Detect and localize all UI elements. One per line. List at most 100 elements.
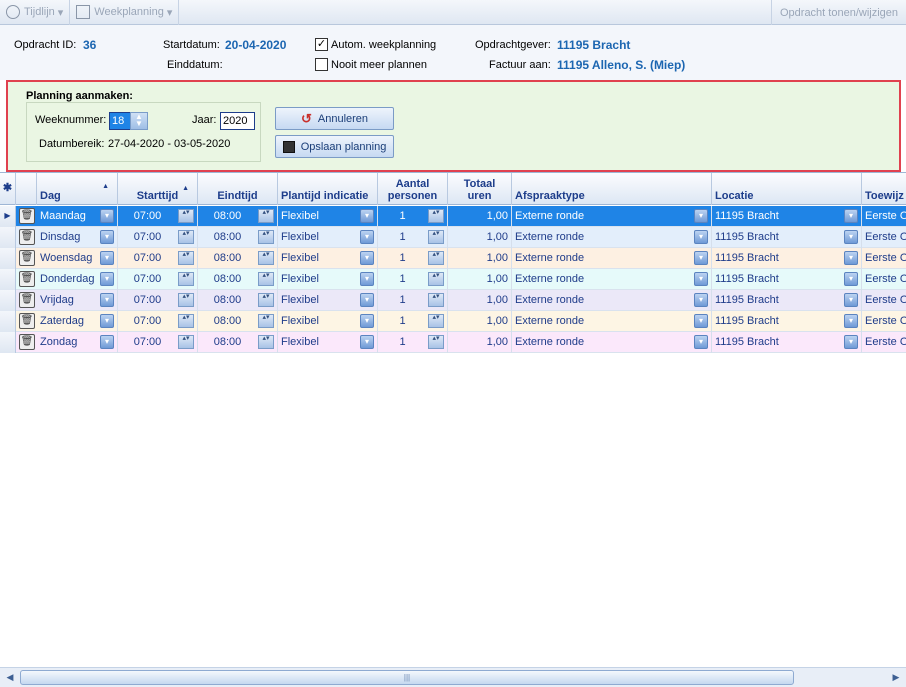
row-pointer-icon[interactable] [0, 269, 16, 290]
chevron-down-icon[interactable]: ▾ [100, 272, 114, 286]
chevron-down-icon[interactable]: ▾ [694, 293, 708, 307]
cell-locatie[interactable]: 11195 Bracht ▾ [712, 227, 862, 248]
chevron-down-icon[interactable]: ▾ [694, 314, 708, 328]
column-aantal[interactable]: Aantal personen [378, 173, 448, 205]
column-afspraaktype[interactable]: Afspraaktype [512, 173, 712, 205]
chevron-down-icon[interactable]: ▾ [360, 209, 374, 223]
cell-toewijzing[interactable]: Eerste O [862, 332, 906, 353]
weeknummer-spinner[interactable]: ▲ ▼ [130, 112, 148, 130]
row-pointer-icon[interactable] [0, 227, 16, 248]
cell-locatie[interactable]: 11195 Bracht ▾ [712, 332, 862, 353]
time-spinner-icon[interactable]: ▴▾ [258, 335, 274, 349]
chevron-down-icon[interactable]: ▾ [694, 335, 708, 349]
cell-dag[interactable]: Zondag ▾ [37, 332, 118, 353]
chevron-down-icon[interactable]: ▾ [360, 314, 374, 328]
column-starttijd[interactable]: Starttijd ▲ [118, 173, 198, 205]
chevron-down-icon[interactable]: ▾ [694, 251, 708, 265]
chevron-down-icon[interactable]: ▾ [844, 314, 858, 328]
number-spinner-icon[interactable]: ▴▾ [428, 272, 444, 286]
chevron-down-icon[interactable]: ▾ [360, 293, 374, 307]
time-spinner-icon[interactable]: ▴▾ [178, 335, 194, 349]
column-locatie[interactable]: Locatie [712, 173, 862, 205]
chevron-down-icon[interactable]: ▾ [844, 251, 858, 265]
time-spinner-icon[interactable]: ▴▾ [258, 314, 274, 328]
column-plantijd[interactable]: Plantijd indicatie [278, 173, 378, 205]
chevron-down-icon[interactable]: ▾ [844, 209, 858, 223]
cell-plantijd[interactable]: Flexibel ▾ [278, 332, 378, 353]
cell-afspraaktype[interactable]: Externe ronde ▾ [512, 269, 712, 290]
chevron-down-icon[interactable]: ▾ [100, 251, 114, 265]
number-spinner-icon[interactable]: ▴▾ [428, 209, 444, 223]
autom-weekplanning-checkbox[interactable]: ✓ [315, 38, 328, 51]
cell-dag[interactable]: Dinsdag ▾ [37, 227, 118, 248]
cell-plantijd[interactable]: Flexibel ▾ [278, 227, 378, 248]
cell-locatie[interactable]: 11195 Bracht ▾ [712, 311, 862, 332]
weekplanning-button[interactable]: Weekplanning ▾ [70, 0, 180, 25]
delete-row-icon[interactable]: 🗑 [19, 208, 35, 224]
time-spinner-icon[interactable]: ▴▾ [258, 272, 274, 286]
column-totaal[interactable]: Totaal uren [448, 173, 512, 205]
chevron-down-icon[interactable]: ▾ [100, 335, 114, 349]
opslaan-planning-button[interactable]: Opslaan planning [275, 135, 394, 158]
time-spinner-icon[interactable]: ▴▾ [178, 251, 194, 265]
tijdlijn-button[interactable]: Tijdlijn ▾ [0, 0, 71, 25]
table-row[interactable]: ▶ 🗑 Maandag ▾ 07:00 ▴▾ 08:00 ▴▾ Flexibel ▾ 1 ▴▾ 1,00… [0, 206, 906, 227]
table-row[interactable]: 🗑 Zaterdag ▾ 07:00 ▴▾ 08:00 ▴▾ Flexibel ▾ 1 ▴▾ 1,00… [0, 311, 906, 332]
delete-row-icon[interactable]: 🗑 [19, 271, 35, 287]
cell-eindtijd[interactable]: 08:00 ▴▾ [198, 269, 278, 290]
chevron-down-icon[interactable]: ▾ [100, 293, 114, 307]
delete-row-icon[interactable]: 🗑 [19, 334, 35, 350]
cell-afspraaktype[interactable]: Externe ronde ▾ [512, 206, 712, 227]
chevron-down-icon[interactable]: ▾ [694, 272, 708, 286]
table-row[interactable]: 🗑 Vrijdag ▾ 07:00 ▴▾ 08:00 ▴▾ Flexibel ▾ 1 ▴▾ 1,00 E… [0, 290, 906, 311]
cell-toewijzing[interactable]: Eerste O [862, 290, 906, 311]
row-pointer-icon[interactable]: ▶ [0, 206, 16, 227]
cell-starttijd[interactable]: 07:00 ▴▾ [118, 311, 198, 332]
cell-dag[interactable]: Maandag ▾ [37, 206, 118, 227]
cell-dag[interactable]: Vrijdag ▾ [37, 290, 118, 311]
cell-locatie[interactable]: 11195 Bracht ▾ [712, 269, 862, 290]
delete-row-icon[interactable]: 🗑 [19, 250, 35, 266]
time-spinner-icon[interactable]: ▴▾ [258, 230, 274, 244]
cell-starttijd[interactable]: 07:00 ▴▾ [118, 227, 198, 248]
cell-toewijzing[interactable]: Eerste O [862, 206, 906, 227]
time-spinner-icon[interactable]: ▴▾ [178, 230, 194, 244]
chevron-down-icon[interactable]: ▾ [844, 230, 858, 244]
chevron-down-icon[interactable]: ▾ [100, 314, 114, 328]
cell-afspraaktype[interactable]: Externe ronde ▾ [512, 290, 712, 311]
chevron-down-icon[interactable]: ▾ [360, 335, 374, 349]
cell-dag[interactable]: Donderdag ▾ [37, 269, 118, 290]
table-row[interactable]: 🗑 Dinsdag ▾ 07:00 ▴▾ 08:00 ▴▾ Flexibel ▾ 1 ▴▾ 1,00 E… [0, 227, 906, 248]
cell-plantijd[interactable]: Flexibel ▾ [278, 290, 378, 311]
horizontal-scrollbar[interactable]: ◀ ||| ▶ [0, 667, 906, 687]
cell-eindtijd[interactable]: 08:00 ▴▾ [198, 248, 278, 269]
cell-afspraaktype[interactable]: Externe ronde ▾ [512, 227, 712, 248]
chevron-down-icon[interactable]: ▾ [844, 293, 858, 307]
time-spinner-icon[interactable]: ▴▾ [178, 314, 194, 328]
cell-aantal[interactable]: 1 ▴▾ [378, 248, 448, 269]
time-spinner-icon[interactable]: ▴▾ [258, 251, 274, 265]
delete-row-icon[interactable]: 🗑 [19, 229, 35, 245]
chevron-down-icon[interactable]: ▾ [844, 335, 858, 349]
cell-locatie[interactable]: 11195 Bracht ▾ [712, 290, 862, 311]
annuleren-button[interactable]: ↺ Annuleren [275, 107, 394, 130]
number-spinner-icon[interactable]: ▴▾ [428, 230, 444, 244]
opdracht-tonen-button[interactable]: Opdracht tonen/wijzigen [770, 0, 906, 25]
table-row[interactable]: 🗑 Donderdag ▾ 07:00 ▴▾ 08:00 ▴▾ Flexibel ▾ 1 ▴▾ 1,0… [0, 269, 906, 290]
table-row[interactable]: 🗑 Zondag ▾ 07:00 ▴▾ 08:00 ▴▾ Flexibel ▾ 1 ▴▾ 1,00 Ex… [0, 332, 906, 353]
row-pointer-icon[interactable] [0, 290, 16, 311]
cell-plantijd[interactable]: Flexibel ▾ [278, 269, 378, 290]
chevron-down-icon[interactable]: ▾ [694, 230, 708, 244]
scroll-right-icon[interactable]: ▶ [888, 670, 904, 685]
scroll-left-icon[interactable]: ◀ [2, 670, 18, 685]
cell-starttijd[interactable]: 07:00 ▴▾ [118, 248, 198, 269]
chevron-down-icon[interactable]: ▾ [694, 209, 708, 223]
row-pointer-icon[interactable] [0, 311, 16, 332]
cell-starttijd[interactable]: 07:00 ▴▾ [118, 206, 198, 227]
cell-aantal[interactable]: 1 ▴▾ [378, 227, 448, 248]
cell-starttijd[interactable]: 07:00 ▴▾ [118, 290, 198, 311]
cell-aantal[interactable]: 1 ▴▾ [378, 206, 448, 227]
cell-eindtijd[interactable]: 08:00 ▴▾ [198, 290, 278, 311]
cell-afspraaktype[interactable]: Externe ronde ▾ [512, 248, 712, 269]
column-toewijzing[interactable]: Toewijz [862, 173, 906, 205]
